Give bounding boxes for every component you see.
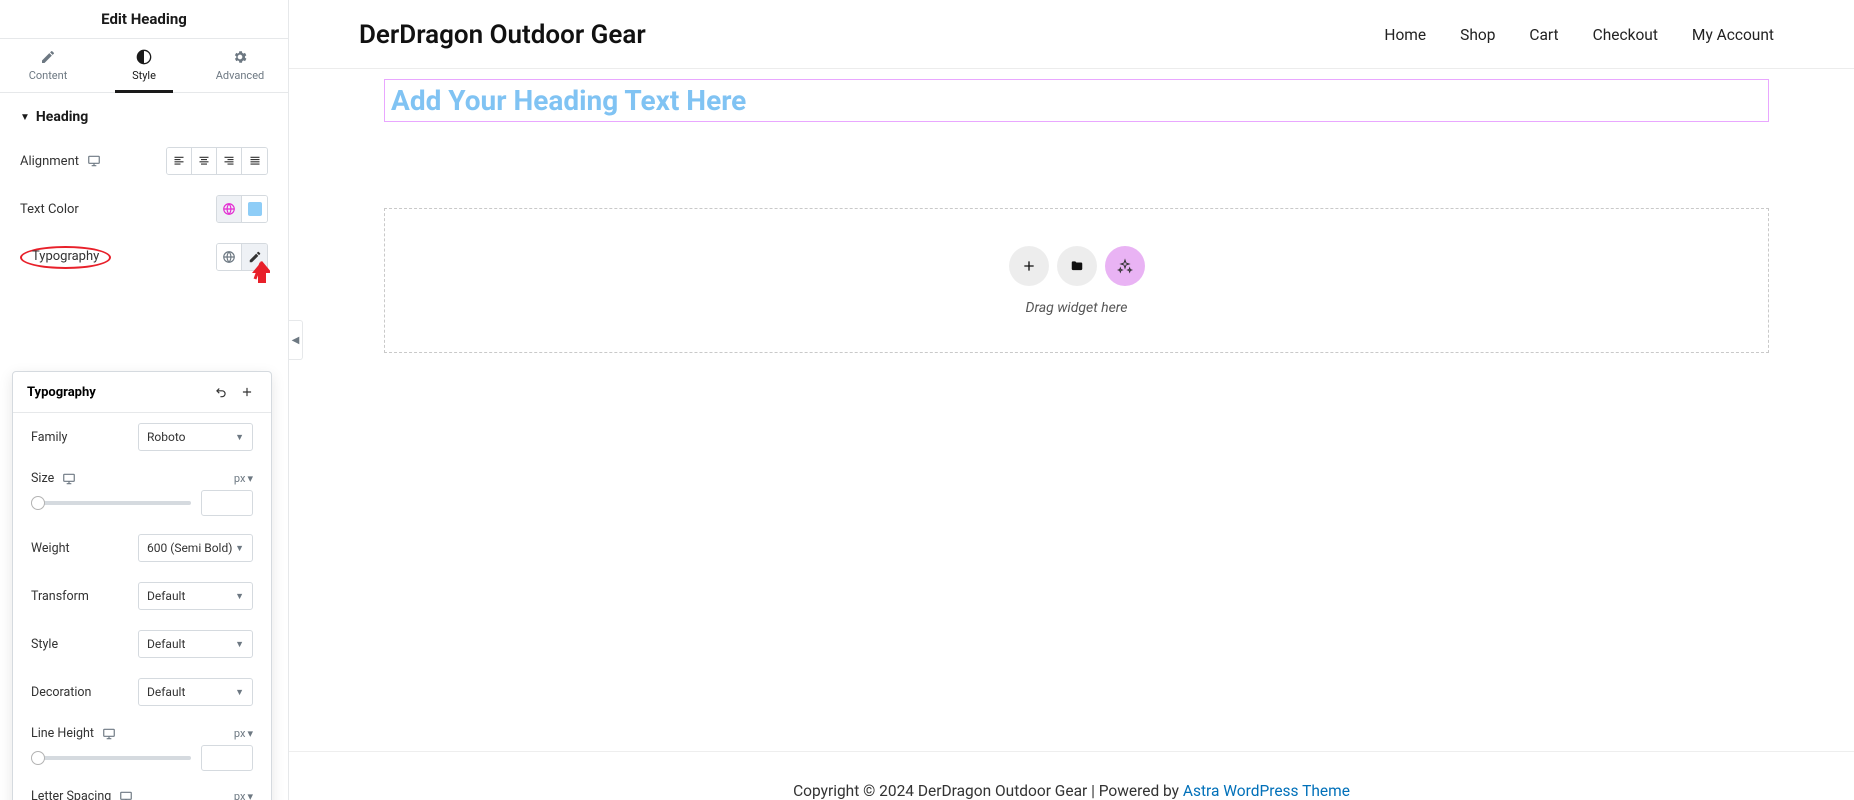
size-unit[interactable]: px▾ — [234, 472, 253, 485]
section-heading[interactable]: ▼ Heading — [0, 93, 288, 137]
caret-down-icon: ▼ — [20, 112, 30, 123]
lineheight-slider[interactable] — [31, 756, 191, 760]
weight-select[interactable]: 600 (Semi Bold)▼ — [138, 534, 253, 562]
typography-control: Typography — [0, 233, 288, 281]
tab-bar: Content Style Advanced — [0, 38, 288, 93]
folder-button[interactable] — [1057, 246, 1097, 286]
chevron-down-icon: ▼ — [235, 543, 244, 554]
letterspacing-label: Letter Spacing — [31, 789, 111, 800]
add-widget-button[interactable] — [1009, 246, 1049, 286]
pencil-icon — [248, 250, 262, 264]
global-color-button[interactable] — [217, 196, 242, 222]
align-right-button[interactable] — [217, 148, 242, 174]
lineheight-unit[interactable]: px▾ — [234, 727, 253, 740]
nav-checkout[interactable]: Checkout — [1593, 26, 1658, 44]
size-slider[interactable] — [31, 501, 191, 505]
sparkle-icon — [1117, 258, 1133, 274]
canvas-preview: DerDragon Outdoor Gear Home Shop Cart Ch… — [289, 0, 1854, 800]
decoration-label: Decoration — [31, 685, 91, 700]
plus-icon — [240, 385, 254, 399]
slider-thumb[interactable] — [31, 496, 45, 510]
transform-label: Transform — [31, 589, 89, 604]
tab-advanced[interactable]: Advanced — [192, 39, 288, 92]
chevron-down-icon: ▼ — [235, 432, 244, 443]
globe-icon — [222, 202, 236, 216]
weight-label: Weight — [31, 541, 70, 556]
desktop-icon[interactable] — [119, 790, 133, 800]
letterspacing-unit[interactable]: px▾ — [234, 790, 253, 800]
sidebar-title: Edit Heading — [0, 0, 288, 38]
site-title[interactable]: DerDragon Outdoor Gear — [359, 20, 646, 50]
lineheight-label: Line Height — [31, 726, 94, 741]
collapse-handle[interactable]: ◀ — [289, 320, 303, 360]
nav-shop[interactable]: Shop — [1460, 26, 1495, 44]
desktop-icon[interactable] — [62, 472, 76, 486]
color-swatch-button[interactable] — [242, 196, 267, 222]
dropzone-text: Drag widget here — [1026, 300, 1128, 316]
slider-thumb[interactable] — [31, 751, 45, 765]
nav-cart[interactable]: Cart — [1529, 26, 1558, 44]
alignment-control: Alignment — [0, 137, 288, 185]
chevron-down-icon: ▼ — [235, 639, 244, 650]
typography-popover: Typography Family Roboto▼ Size px▾ — [12, 371, 272, 800]
alignment-buttons — [166, 147, 268, 175]
page-area: Add Your Heading Text Here Drag widget h… — [289, 69, 1854, 751]
size-input[interactable] — [201, 490, 253, 516]
desktop-icon[interactable] — [102, 727, 116, 741]
main-nav: Home Shop Cart Checkout My Account — [1384, 26, 1774, 44]
typography-label: Typography — [20, 246, 111, 269]
add-button[interactable] — [237, 382, 257, 402]
chevron-down-icon: ▾ — [247, 727, 253, 740]
nav-home[interactable]: Home — [1384, 26, 1426, 44]
popover-title: Typography — [27, 385, 96, 400]
align-justify-button[interactable] — [242, 148, 267, 174]
desktop-icon[interactable] — [87, 154, 101, 168]
folder-icon — [1069, 259, 1085, 273]
reset-button[interactable] — [211, 382, 231, 402]
align-center-button[interactable] — [192, 148, 217, 174]
undo-icon — [214, 385, 228, 399]
chevron-down-icon: ▼ — [235, 591, 244, 602]
editor-sidebar: Edit Heading Content Style Advanced ▼ He… — [0, 0, 289, 800]
size-label: Size — [31, 471, 54, 486]
footer-text: Copyright © 2024 DerDragon Outdoor Gear … — [793, 782, 1183, 800]
chevron-down-icon: ▾ — [247, 790, 253, 800]
tab-content[interactable]: Content — [0, 39, 96, 92]
family-label: Family — [31, 430, 67, 445]
heading-widget[interactable]: Add Your Heading Text Here — [384, 79, 1769, 122]
nav-account[interactable]: My Account — [1692, 26, 1774, 44]
text-color-control: Text Color — [0, 185, 288, 233]
typography-global-button[interactable] — [217, 244, 242, 270]
style-select[interactable]: Default▼ — [138, 630, 253, 658]
panel-body: ▼ Heading Alignment Text Color — [0, 93, 288, 800]
transform-select[interactable]: Default▼ — [138, 582, 253, 610]
alignment-label: Alignment — [20, 154, 79, 169]
footer-link[interactable]: Astra WordPress Theme — [1183, 782, 1350, 800]
lineheight-input[interactable] — [201, 745, 253, 771]
chevron-down-icon: ▼ — [235, 687, 244, 698]
pencil-icon — [40, 49, 56, 65]
plus-icon — [1021, 258, 1037, 274]
tab-style[interactable]: Style — [96, 39, 192, 92]
site-header: DerDragon Outdoor Gear Home Shop Cart Ch… — [289, 0, 1854, 69]
align-left-button[interactable] — [167, 148, 192, 174]
typography-edit-button[interactable] — [242, 244, 267, 270]
site-footer: Copyright © 2024 DerDragon Outdoor Gear … — [289, 751, 1854, 800]
text-color-label: Text Color — [20, 202, 79, 217]
style-label: Style — [31, 637, 58, 652]
decoration-select[interactable]: Default▼ — [138, 678, 253, 706]
chevron-down-icon: ▾ — [247, 472, 253, 485]
color-swatch — [248, 202, 262, 216]
family-select[interactable]: Roboto▼ — [138, 423, 253, 451]
gear-icon — [232, 49, 248, 65]
contrast-icon — [136, 49, 152, 65]
globe-icon — [222, 250, 236, 264]
ai-button[interactable] — [1105, 246, 1145, 286]
dropzone[interactable]: Drag widget here — [384, 208, 1769, 353]
